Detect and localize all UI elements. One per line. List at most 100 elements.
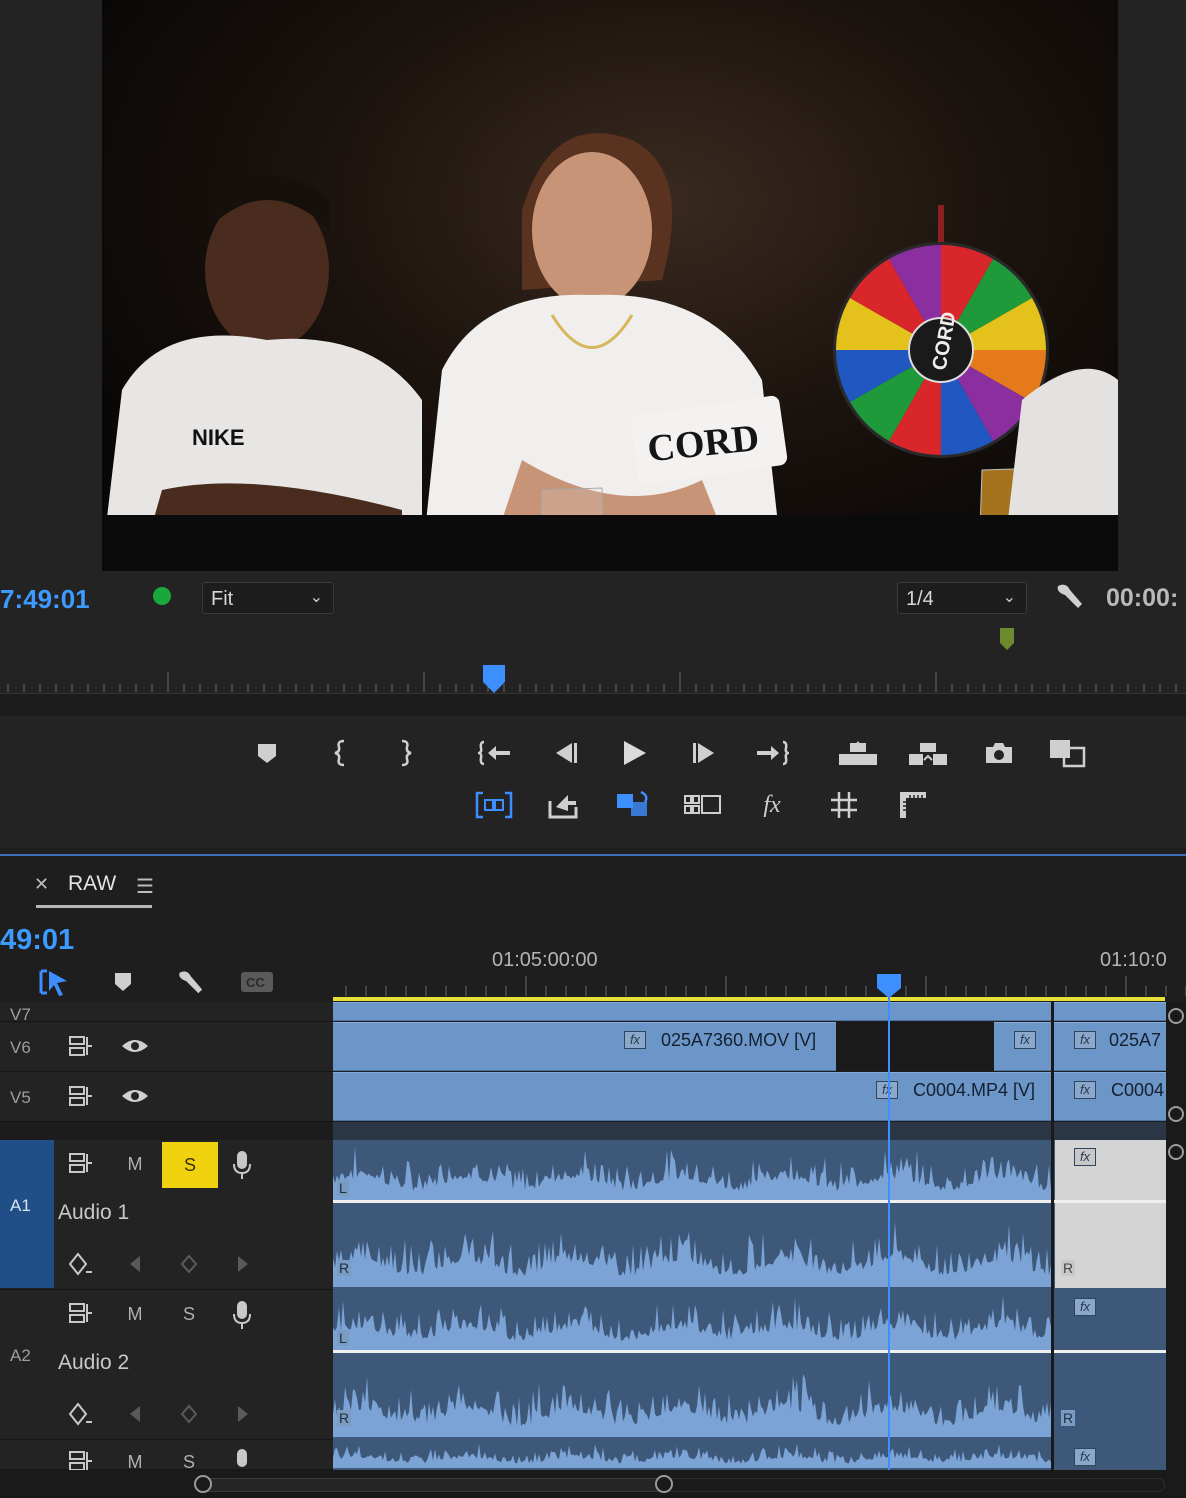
track-name[interactable]: Audio 2 xyxy=(58,1351,129,1375)
work-area-bar[interactable] xyxy=(333,997,1165,1001)
playhead-timecode[interactable]: 7:49:01 xyxy=(0,584,90,615)
compare-view-button[interactable] xyxy=(1048,735,1088,771)
timeline-settings[interactable] xyxy=(172,966,206,998)
monitor-scroll-bar[interactable] xyxy=(0,694,1186,716)
microphone-icon[interactable] xyxy=(232,1448,252,1470)
track-divider[interactable] xyxy=(333,1122,1166,1140)
clip-v5-c0004[interactable]: fx C0004.MP4 [V] xyxy=(333,1072,1051,1121)
next-keyframe-icon[interactable] xyxy=(236,1254,250,1274)
marker-icon[interactable] xyxy=(999,627,1015,651)
panel-menu-icon[interactable]: ☰ xyxy=(136,874,154,899)
scroll-handle-left[interactable] xyxy=(194,1475,212,1493)
fx-badge[interactable]: fx xyxy=(1074,1148,1096,1166)
go-to-out-button[interactable] xyxy=(752,735,792,771)
clip-a2-waveform[interactable] xyxy=(333,1290,1166,1440)
clip-v6-next[interactable]: fx 025A7 xyxy=(1054,1022,1166,1071)
scroll-handle[interactable] xyxy=(1168,1008,1184,1024)
playhead-line[interactable] xyxy=(888,990,890,1470)
playhead-icon[interactable] xyxy=(482,664,506,694)
scroll-thumb[interactable] xyxy=(202,1478,665,1492)
lift-button[interactable] xyxy=(838,735,878,771)
export-frame-button[interactable] xyxy=(979,735,1019,771)
gap[interactable] xyxy=(836,1022,994,1071)
fx-badge[interactable]: fx xyxy=(1074,1448,1096,1466)
captions-toggle[interactable]: CC xyxy=(240,966,274,998)
fx-button[interactable]: fx xyxy=(752,787,792,823)
solo-button[interactable]: S xyxy=(174,1304,204,1325)
add-keyframe-icon[interactable] xyxy=(180,1404,198,1424)
keyframe-menu-icon[interactable] xyxy=(68,1402,94,1428)
track-target-a1[interactable]: A1 xyxy=(0,1140,54,1288)
timeline-time-ruler[interactable] xyxy=(333,940,1186,1002)
monitor-time-ruler[interactable] xyxy=(0,660,1186,696)
mute-button[interactable]: M xyxy=(120,1304,150,1325)
scroll-handle-right[interactable] xyxy=(655,1475,673,1493)
fx-badge[interactable]: fx xyxy=(624,1031,646,1049)
add-marker-tool[interactable] xyxy=(106,966,140,998)
clip-v5-next[interactable]: fx C0004 xyxy=(1054,1072,1166,1121)
tab-sequence[interactable]: RAW xyxy=(68,872,116,896)
track-name[interactable]: Audio 1 xyxy=(58,1201,129,1225)
fx-badge[interactable]: fx xyxy=(1074,1031,1096,1049)
eye-icon[interactable] xyxy=(120,1036,150,1056)
track-header-a1[interactable]: A1 M S Audio 1 xyxy=(0,1140,333,1290)
previous-keyframe-icon[interactable] xyxy=(128,1254,142,1274)
previous-keyframe-icon[interactable] xyxy=(128,1404,142,1424)
zoom-level-select[interactable]: Fit ⌄ xyxy=(202,582,334,614)
vertical-scrollbar[interactable] xyxy=(1166,1002,1186,1472)
timeline-timecode[interactable]: 49:01 xyxy=(0,924,74,957)
safe-margins-button[interactable] xyxy=(824,787,864,823)
microphone-icon[interactable] xyxy=(232,1300,252,1330)
sync-lock-icon[interactable] xyxy=(68,1035,94,1057)
sync-lock-icon[interactable] xyxy=(68,1152,94,1174)
microphone-icon[interactable] xyxy=(232,1150,252,1180)
fx-badge[interactable]: fx xyxy=(1074,1081,1096,1099)
track-header-v6[interactable]: V6 xyxy=(0,1022,333,1072)
playback-resolution-select[interactable]: 1/4 ⌄ xyxy=(897,582,1027,614)
sync-lock-icon[interactable] xyxy=(68,1085,94,1107)
step-forward-button[interactable] xyxy=(685,735,725,771)
close-icon[interactable]: ✕ xyxy=(34,874,49,895)
clip-v7[interactable] xyxy=(333,1002,1051,1021)
track-header-v5[interactable]: V5 xyxy=(0,1072,333,1122)
toggle-proxies-button[interactable] xyxy=(613,787,653,823)
go-to-in-button[interactable] xyxy=(475,735,515,771)
trim-mode-button[interactable] xyxy=(474,787,514,823)
track-header-v7[interactable]: V7 xyxy=(0,1002,333,1024)
fx-badge[interactable]: fx xyxy=(1074,1298,1096,1316)
settings-wrench-icon[interactable] xyxy=(1052,580,1084,617)
clip-a1-waveform[interactable] xyxy=(333,1140,1166,1290)
snap-toggle[interactable] xyxy=(36,966,70,998)
insert-button[interactable] xyxy=(543,787,583,823)
track-divider[interactable] xyxy=(0,1122,333,1140)
sync-lock-icon[interactable] xyxy=(68,1302,94,1324)
add-marker-button[interactable] xyxy=(247,735,287,771)
add-keyframe-icon[interactable] xyxy=(180,1254,198,1274)
extract-button[interactable] xyxy=(908,735,948,771)
clip-v6[interactable]: fx xyxy=(994,1022,1051,1071)
mark-out-button[interactable] xyxy=(385,735,425,771)
fx-badge[interactable]: fx xyxy=(1014,1031,1036,1049)
step-back-button[interactable] xyxy=(545,735,585,771)
fx-badge[interactable]: fx xyxy=(876,1081,898,1099)
scroll-handle[interactable] xyxy=(1168,1106,1184,1122)
horizontal-scrollbar[interactable] xyxy=(0,1470,1186,1498)
edit-point[interactable] xyxy=(1051,1002,1054,1470)
track-header-a2[interactable]: A2 M S Audio 2 xyxy=(0,1290,333,1440)
eye-icon[interactable] xyxy=(120,1086,150,1106)
playhead-icon[interactable] xyxy=(876,973,902,999)
clip-v7[interactable] xyxy=(1054,1002,1166,1021)
play-button[interactable] xyxy=(614,735,654,771)
multi-camera-button[interactable] xyxy=(683,787,723,823)
clip-v6-025a7360[interactable]: fx 025A7360.MOV [V] xyxy=(333,1022,836,1071)
next-keyframe-icon[interactable] xyxy=(236,1404,250,1424)
scroll-track[interactable] xyxy=(665,1478,1165,1492)
clip-a3-waveform[interactable] xyxy=(333,1440,1166,1470)
mark-in-button[interactable] xyxy=(321,735,361,771)
solo-button[interactable]: S xyxy=(162,1142,218,1188)
sync-lock-icon[interactable] xyxy=(68,1450,94,1472)
overlay-button[interactable] xyxy=(893,787,933,823)
scroll-handle[interactable] xyxy=(1168,1144,1184,1160)
keyframe-menu-icon[interactable] xyxy=(68,1252,94,1278)
mute-button[interactable]: M xyxy=(120,1154,150,1175)
